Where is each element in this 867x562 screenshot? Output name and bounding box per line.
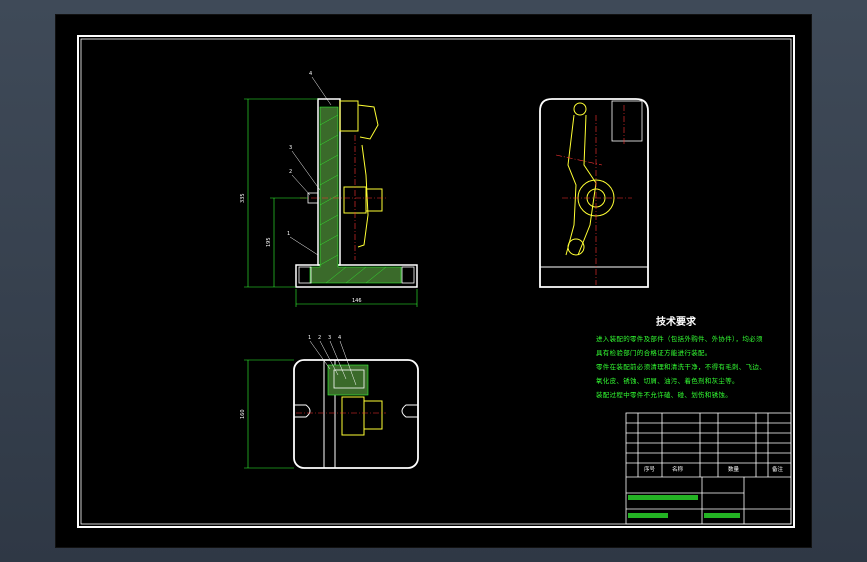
title-block-name-header: 名称 <box>672 467 684 473</box>
title-block-seq-header: 序号 <box>644 467 656 473</box>
part-bubble-front-4: 4 <box>309 71 313 77</box>
title-block-fill <box>628 495 740 518</box>
tech-requirements-title: 技术要求 <box>656 317 696 328</box>
top-view <box>244 340 419 469</box>
dim-front-mid-height: 195 <box>266 237 272 247</box>
part-bubble-front-3: 3 <box>289 145 293 151</box>
drawing-canvas: 技术要求 进入装配的零件及部件（包括外购件、外协件），均必须 具有检验部门的合格… <box>55 14 812 548</box>
tech-line-3: 零件在装配前必须清理和清洗干净，不得有毛刺、飞边、 <box>596 363 766 371</box>
tech-line-2: 具有检验部门的合格证方能进行装配。 <box>596 349 712 357</box>
inner-border <box>80 38 792 525</box>
front-view <box>244 76 418 307</box>
part-bubble-front-2: 2 <box>289 169 293 175</box>
part-bubble-front-1: 1 <box>287 231 291 237</box>
title-block-note-header: 备注 <box>772 467 784 473</box>
part-bubble-top-2: 2 <box>318 335 322 341</box>
side-view <box>539 98 649 288</box>
dim-front-height: 335 <box>240 193 246 203</box>
dim-top-height: 160 <box>240 409 246 419</box>
tech-line-5: 装配过程中零件不允许磕、碰、划伤和锈蚀。 <box>596 391 732 399</box>
part-bubble-top-1: 1 <box>308 335 312 341</box>
drawing-svg <box>77 35 795 528</box>
tech-line-1: 进入装配的零件及部件（包括外购件、外协件），均必须 <box>596 335 763 343</box>
part-bubble-top-4: 4 <box>338 335 342 341</box>
part-bubble-top-3: 3 <box>328 335 332 341</box>
title-block-qty-header: 数量 <box>728 467 740 473</box>
tech-line-4: 氧化皮、锈蚀、切屑、油污、着色剂和灰尘等。 <box>596 377 739 385</box>
dim-front-width: 146 <box>352 298 362 304</box>
